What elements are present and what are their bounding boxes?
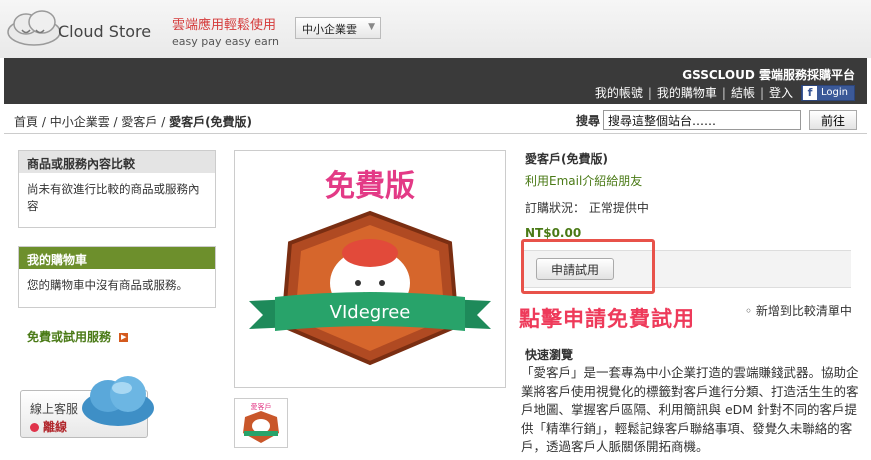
arrow-right-icon: ▶ bbox=[119, 333, 129, 342]
search-input[interactable] bbox=[603, 110, 801, 130]
callout-annotation: 點擊申請免費試用 bbox=[519, 307, 695, 331]
online-support-widget[interactable]: 線上客服 離線 bbox=[20, 372, 156, 438]
badge-name: VIdegree bbox=[330, 302, 411, 323]
search-label: 搜尋 bbox=[576, 114, 601, 128]
divider: | bbox=[721, 85, 726, 100]
breadcrumb-current: 愛客戶(免費版) bbox=[169, 115, 253, 129]
bullet-icon: ◦ bbox=[745, 304, 753, 318]
tagline-zh: 雲端應用輕鬆使用 bbox=[172, 18, 277, 33]
order-status-label: 訂購狀況： bbox=[525, 201, 586, 215]
badge-title: 免費版 bbox=[325, 169, 415, 204]
thumbnail-badge-image: 愛客戶 bbox=[243, 402, 279, 443]
compare-box-title: 商品或服務內容比較 bbox=[19, 151, 215, 173]
breadcrumb-bar: 首頁 / 中小企業雲 / 愛客戶 / 愛客戶(免費版) 搜尋 前往 bbox=[4, 104, 867, 134]
brand-name[interactable]: Cloud Store bbox=[58, 22, 151, 41]
breadcrumb-sme-cloud[interactable]: 中小企業雲 bbox=[50, 115, 110, 129]
account-bar: GSSCLOUD 雲端服務採購平台 我的帳號 | 我的購物車 | 結帳 | 登入… bbox=[4, 58, 867, 104]
offline-dot-icon bbox=[30, 423, 39, 432]
facebook-login-label: Login bbox=[821, 87, 848, 98]
search-go-button[interactable]: 前往 bbox=[809, 110, 857, 130]
product-badge-image: 免費版 VIdegree bbox=[249, 169, 491, 366]
product-description: 「愛客戶」是一套專為中小企業打造的雲端賺錢武器。協助企業將客戶使用視覺化的標籤對… bbox=[521, 365, 859, 454]
compare-box: 商品或服務內容比較 尚未有欲進行比較的商品或服務內容 bbox=[18, 150, 216, 228]
tagline: 雲端應用輕鬆使用 easy pay easy earn bbox=[172, 14, 279, 48]
add-to-compare-link[interactable]: ◦ 新增到比較清單中 bbox=[745, 302, 852, 319]
product-price: NT$0.00 bbox=[525, 226, 582, 240]
quick-view-title: 快速瀏覽 bbox=[525, 348, 574, 362]
chevron-down-icon: ▼ bbox=[368, 22, 375, 32]
breadcrumb-home[interactable]: 首頁 bbox=[14, 115, 38, 129]
tagline-en: easy pay easy earn bbox=[172, 35, 280, 48]
login-link[interactable]: 登入 bbox=[769, 84, 793, 101]
category-select[interactable]: 中小企業雲 ▼ bbox=[295, 17, 381, 39]
compare-box-body: 尚未有欲進行比較的商品或服務內容 bbox=[27, 182, 200, 213]
product-name: 愛客戶(免費版) bbox=[525, 152, 608, 166]
cart-box-body: 您的購物車中沒有商品或服務。 bbox=[27, 278, 188, 292]
free-trial-services-link[interactable]: 免費或試用服務 ▶ bbox=[27, 328, 129, 345]
divider: | bbox=[759, 85, 764, 100]
cart-box: 我的購物車 您的購物車中沒有商品或服務。 bbox=[18, 246, 216, 308]
category-select-value: 中小企業雲 bbox=[302, 23, 357, 36]
product-image[interactable]: 免費版 VIdegree bbox=[234, 150, 506, 388]
order-status: 訂購狀況： 正常提供中 bbox=[525, 199, 649, 216]
facebook-login-button[interactable]: f Login bbox=[801, 84, 855, 101]
product-thumbnail[interactable]: 愛客戶 bbox=[234, 398, 288, 448]
order-status-value: 正常提供中 bbox=[588, 201, 649, 215]
thumbnail-label: 愛客戶 bbox=[251, 402, 272, 411]
support-status: 離線 bbox=[30, 418, 67, 435]
free-trial-services-label: 免費或試用服務 bbox=[27, 330, 112, 344]
my-cart-link[interactable]: 我的購物車 bbox=[657, 84, 717, 101]
my-account-link[interactable]: 我的帳號 bbox=[595, 84, 643, 101]
add-to-compare-label: 新增到比較清單中 bbox=[755, 304, 852, 318]
breadcrumb-crm[interactable]: 愛客戶 bbox=[121, 115, 157, 129]
cloud-icon bbox=[82, 376, 154, 426]
support-status-label: 離線 bbox=[43, 420, 68, 434]
callout-highlight-box bbox=[521, 239, 655, 294]
email-friend-link[interactable]: 利用Email介紹給朋友 bbox=[525, 172, 642, 189]
top-header: Cloud Store 雲端應用輕鬆使用 easy pay easy earn … bbox=[0, 0, 871, 58]
cart-box-title[interactable]: 我的購物車 bbox=[19, 247, 215, 269]
divider: | bbox=[647, 85, 652, 100]
support-title: 線上客服 bbox=[30, 402, 79, 416]
facebook-icon: f bbox=[803, 85, 818, 100]
checkout-link[interactable]: 結帳 bbox=[731, 84, 755, 101]
account-links: 我的帳號 | 我的購物車 | 結帳 | 登入 f Login bbox=[595, 84, 855, 101]
breadcrumb: 首頁 / 中小企業雲 / 愛客戶 / 愛客戶(免費版) bbox=[14, 115, 253, 129]
platform-title: GSSCLOUD 雲端服務採購平台 bbox=[682, 68, 855, 82]
